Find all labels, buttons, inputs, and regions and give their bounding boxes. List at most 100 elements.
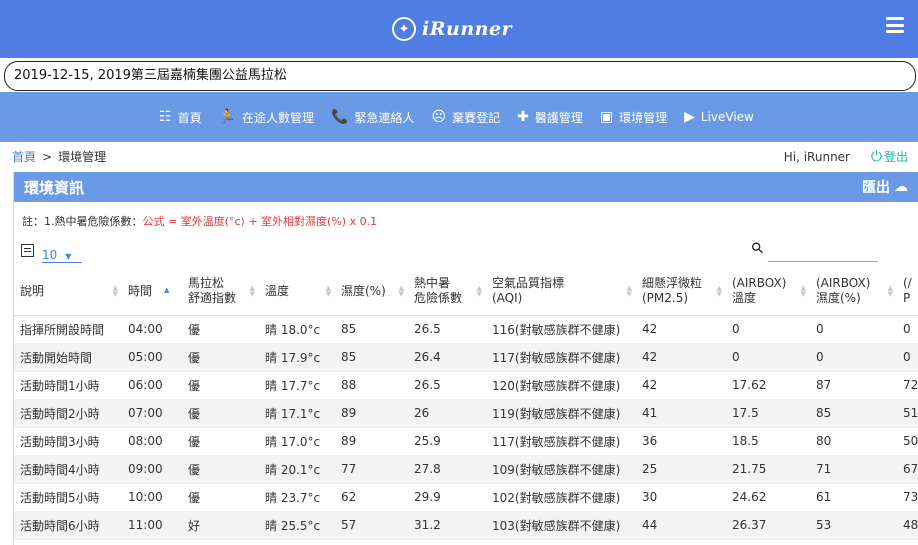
page-length-icon[interactable] bbox=[21, 244, 34, 257]
nav-item-1[interactable]: 🏃 在途人數管理 bbox=[219, 109, 314, 126]
table-cell: 117(對敏感族群不健康) bbox=[486, 427, 636, 456]
column-header[interactable]: 時間 ▲ bbox=[122, 268, 182, 316]
table-cell: 活動時間3小時 bbox=[14, 427, 122, 456]
table-cell: 活動時間6小時 bbox=[14, 511, 122, 540]
table-cell: 活動時間2小時 bbox=[14, 399, 122, 428]
caret-down-icon: ▼ bbox=[65, 252, 72, 261]
column-header-label: 馬拉松 bbox=[188, 276, 225, 291]
table-cell: 晴 20.1°c bbox=[259, 455, 335, 484]
nav-item-3[interactable]: ☹ 棄賽登記 bbox=[431, 109, 500, 126]
table-cell: 晴 25.5°c bbox=[259, 511, 335, 540]
table-row[interactable]: 活動時間5小時 10:00 優晴 23.7°c 62 29.9 102(對敏感族群不健康)… bbox=[14, 483, 918, 512]
table-cell: 44 bbox=[636, 511, 726, 540]
nav-item-4[interactable]: ✚ 醫護管理 bbox=[517, 109, 583, 126]
column-header-sublabel: 濕度(%) bbox=[816, 291, 861, 306]
user-greeting: Hi, iRunner bbox=[783, 150, 850, 164]
export-label: 匯出 bbox=[862, 180, 890, 196]
nav-item-0[interactable]: ☷ 首頁 bbox=[159, 109, 202, 126]
table-cell: 25 bbox=[636, 455, 726, 484]
menu-icon[interactable] bbox=[886, 17, 904, 33]
page-length-select[interactable]: 10 ▼ bbox=[42, 248, 82, 263]
column-header[interactable]: 馬拉松 舒適指數 ▲ ▼ bbox=[182, 268, 259, 316]
column-header-label: 說明 bbox=[20, 283, 45, 298]
environment-table: 說明 ▲ ▼ 時間 ▲ 馬拉松 舒適指數 ▲ ▼ 溫度 ▲ ▼ 濕度(%) ▲ ▼ 熱中暑 危險係數 ▲ ▼ 空氣品質… bbox=[14, 268, 918, 540]
column-header[interactable]: 熱中暑 危險係數 ▲ ▼ bbox=[408, 268, 486, 316]
sort-icon: ▲ ▼ bbox=[325, 284, 331, 298]
environment-panel: 環境資訊 匯出 ☁ 註：1.熱中暑危險係數：公式 = 室外溫度(°c) + 室外… bbox=[13, 172, 918, 545]
table-cell: 87 bbox=[810, 371, 897, 400]
breadcrumb-current: 環境管理 bbox=[58, 150, 107, 164]
table-cell: 36 bbox=[636, 427, 726, 456]
grid-icon: ☷ bbox=[159, 109, 172, 125]
nav-item-label: 棄賽登記 bbox=[452, 110, 501, 125]
table-cell: 晴 17.9°c bbox=[259, 343, 335, 372]
runner-icon: 🏃 bbox=[218, 109, 237, 125]
table-cell: 30 bbox=[636, 483, 726, 512]
nav-item-5[interactable]: ▣ 環境管理 bbox=[600, 109, 667, 126]
table-cell: 05:00 bbox=[122, 343, 182, 372]
table-cell: 0 bbox=[726, 343, 810, 372]
event-select[interactable]: 2019-12-15, 2019第三屆嘉楠集團公益馬拉松 bbox=[4, 61, 916, 91]
nav-item-label: 環境管理 bbox=[619, 110, 668, 125]
note-formula: 公式 = 室外溫度(°c) + 室外相對濕度(%) x 0.1 bbox=[142, 215, 378, 228]
column-header-label: 空氣品質指標 bbox=[492, 276, 565, 291]
nav-item-6[interactable]: ▶ LiveView bbox=[684, 110, 754, 124]
formula-note: 註：1.熱中暑危險係數：公式 = 室外溫度(°c) + 室外相對濕度(%) x … bbox=[22, 213, 377, 229]
logout-button[interactable]: ⏻ 登出 bbox=[871, 148, 908, 165]
table-cell: 109(對敏感族群不健康) bbox=[486, 455, 636, 484]
table-cell: 晴 23.7°c bbox=[259, 483, 335, 512]
sort-icon: ▲ ▼ bbox=[398, 284, 404, 298]
column-header[interactable]: 說明 ▲ ▼ bbox=[14, 268, 122, 316]
table-cell: 優 bbox=[182, 455, 259, 484]
table-row[interactable]: 活動時間4小時 09:00 優晴 20.1°c 77 27.8 109(對敏感族群不健康)… bbox=[14, 455, 918, 484]
table-cell: 08:00 bbox=[122, 427, 182, 456]
table-cell: 17.5 bbox=[726, 399, 810, 428]
table-cell: 72 bbox=[897, 371, 918, 400]
nav-item-2[interactable]: 📞 緊急連絡人 bbox=[331, 109, 414, 126]
table-cell: 51 bbox=[897, 399, 918, 428]
table-row[interactable]: 活動時間2小時 07:00 優晴 17.1°c 89 26 119(對敏感族群不健康) 41… bbox=[14, 399, 918, 428]
table-cell: 09:00 bbox=[122, 455, 182, 484]
table-row[interactable]: 指揮所開設時間 04:00 優晴 18.0°c 85 26.5 116(對敏感族群不健康)… bbox=[14, 315, 918, 344]
sort-icon: ▲ ▼ bbox=[249, 284, 255, 298]
face-icon: ☹ bbox=[431, 109, 447, 125]
column-header[interactable]: 空氣品質指標 (AQI) ▲ ▼ bbox=[486, 268, 636, 316]
table-cell: 06:00 bbox=[122, 371, 182, 400]
sort-icon: ▲ ▼ bbox=[476, 284, 482, 298]
table-cell: 117(對敏感族群不健康) bbox=[486, 343, 636, 372]
table-cell: 85 bbox=[335, 343, 408, 372]
table-cell: 42 bbox=[636, 343, 726, 372]
column-header[interactable]: (AIRBOX) 溫度 ▲ ▼ bbox=[726, 268, 810, 316]
table-cell: 24.62 bbox=[726, 483, 810, 512]
breadcrumb-home-link[interactable]: 首頁 bbox=[12, 150, 36, 164]
column-header[interactable]: (AIRBOX) 濕度(%) ▲ ▼ bbox=[810, 268, 897, 316]
nav-item-label: 首頁 bbox=[177, 110, 202, 125]
export-button[interactable]: 匯出 ☁ bbox=[862, 177, 908, 197]
table-cell: 活動時間1小時 bbox=[14, 371, 122, 400]
table-cell: 42 bbox=[636, 371, 726, 400]
table-cell: 48 bbox=[897, 511, 918, 540]
table-row[interactable]: 活動時間3小時 08:00 優晴 17.0°c 89 25.9 117(對敏感族群不健康)… bbox=[14, 427, 918, 456]
table-cell: 80 bbox=[810, 427, 897, 456]
table-cell: 116(對敏感族群不健康) bbox=[486, 315, 636, 344]
sort-icon: ▲ ▼ bbox=[716, 284, 722, 298]
table-cell: 優 bbox=[182, 343, 259, 372]
column-header[interactable]: (/P bbox=[897, 268, 918, 316]
table-cell: 晴 17.0°c bbox=[259, 427, 335, 456]
image-icon: ▣ bbox=[599, 109, 614, 125]
column-header[interactable]: 溫度 ▲ ▼ bbox=[259, 268, 335, 316]
column-header[interactable]: 細懸浮微粒 (PM2.5) ▲ ▼ bbox=[636, 268, 726, 316]
breadcrumb-separator: > bbox=[42, 150, 53, 164]
brand[interactable]: ✦ iRunner bbox=[392, 13, 512, 45]
table-row[interactable]: 活動時間6小時 11:00 好晴 25.5°c 57 31.2 103(對敏感族群不健康)… bbox=[14, 511, 918, 540]
table-row[interactable]: 活動時間1小時 06:00 優晴 17.7°c 88 26.5 120(對敏感族群不健康)… bbox=[14, 371, 918, 400]
table-header-row: 說明 ▲ ▼ 時間 ▲ 馬拉松 舒適指數 ▲ ▼ 溫度 ▲ ▼ 濕度(%) ▲ ▼ 熱中暑 危險係數 ▲ ▼ 空氣品質… bbox=[14, 268, 918, 316]
table-cell: 62 bbox=[335, 483, 408, 512]
table-row[interactable]: 活動開始時間 05:00 優晴 17.9°c 85 26.4 117(對敏感族群不健康) 4… bbox=[14, 343, 918, 372]
panel-title: 環境資訊 bbox=[24, 178, 85, 197]
table-cell: 85 bbox=[335, 315, 408, 344]
table-cell: 71 bbox=[810, 455, 897, 484]
table-cell: 10:00 bbox=[122, 483, 182, 512]
search-input[interactable] bbox=[768, 242, 878, 262]
column-header[interactable]: 濕度(%) ▲ ▼ bbox=[335, 268, 408, 316]
